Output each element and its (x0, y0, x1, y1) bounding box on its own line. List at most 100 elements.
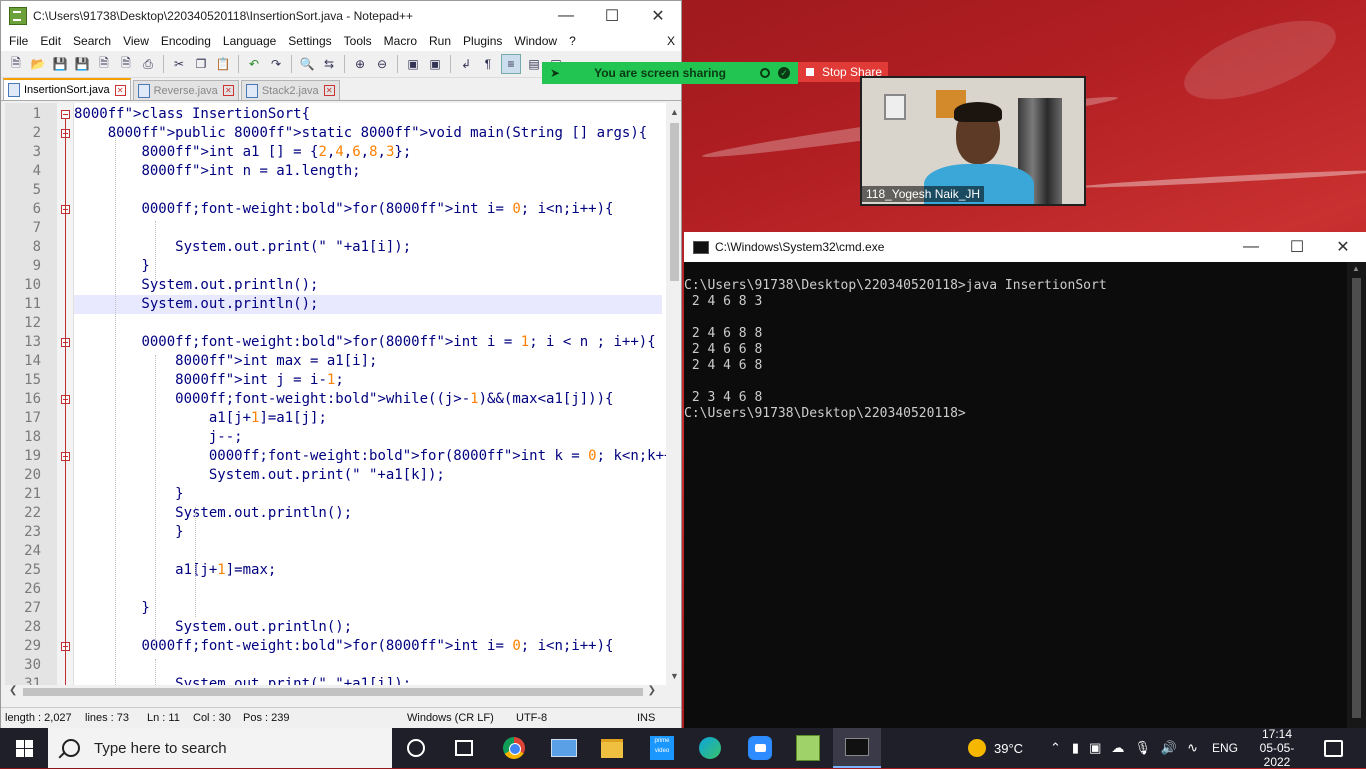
menu-tools[interactable]: Tools (338, 34, 378, 48)
chrome-button[interactable] (490, 728, 538, 768)
cmd-taskbar-button[interactable] (833, 728, 881, 768)
tab-stack2[interactable]: Stack2.java ✕ (240, 80, 340, 100)
taskbar-search-box[interactable]: Type here to search (48, 728, 392, 768)
redo-icon[interactable]: ↷ (267, 55, 285, 73)
tab-close-icon[interactable]: ✕ (222, 85, 234, 96)
menu-file[interactable]: File (3, 34, 34, 48)
paste-icon[interactable]: 📋 (214, 55, 232, 73)
cmd-scroll-thumb[interactable] (1352, 278, 1361, 718)
record-icon[interactable] (760, 68, 770, 78)
vertical-scrollbar[interactable]: ▲ ▼ (666, 103, 679, 685)
close-file-icon[interactable]: 🗎 (95, 55, 113, 73)
new-file-icon[interactable]: 🗎 (7, 55, 25, 73)
close-document-button[interactable]: X (661, 34, 681, 48)
cmd-line: 2 3 4 6 8 (684, 390, 763, 405)
maximize-button[interactable]: ☐ (589, 1, 635, 31)
open-file-icon[interactable]: 📂 (29, 55, 47, 73)
cmd-title-bar[interactable]: C:\Windows\System32\cmd.exe — ☐ ✕ (684, 232, 1366, 262)
edge-button[interactable] (686, 728, 734, 768)
menu-macro[interactable]: Macro (378, 34, 423, 48)
code-editor[interactable]: 1 2 3 4 5 6 7 8 9 10 11 12 13 14 15 16 17 18 19 20 21 22 23 24 2… (5, 103, 679, 685)
cmd-maximize-button[interactable]: ☐ (1274, 232, 1320, 262)
menu-language[interactable]: Language (217, 34, 282, 48)
menu-plugins[interactable]: Plugins (457, 34, 508, 48)
pc-button[interactable] (540, 728, 588, 768)
lang-icon[interactable]: ▤ (525, 55, 543, 73)
replace-icon[interactable]: ⇆ (320, 55, 338, 73)
weather-widget[interactable]: 39°C (968, 728, 1023, 768)
code-line: j--; (74, 429, 243, 445)
minimize-button[interactable]: — (543, 1, 589, 31)
close-button[interactable]: ✕ (635, 1, 681, 31)
meet-now-icon[interactable]: ▣ (1089, 740, 1101, 756)
cmd-minimize-button[interactable]: — (1228, 232, 1274, 262)
status-eol[interactable]: Windows (CR LF) (407, 712, 494, 724)
vertical-scroll-thumb[interactable] (670, 123, 679, 281)
clock[interactable]: 17:14 05-05-2022 (1248, 727, 1306, 769)
save-all-icon[interactable]: 💾 (73, 55, 91, 73)
menu-search[interactable]: Search (67, 34, 117, 48)
menu-help[interactable]: ? (563, 34, 582, 48)
prime-video-button[interactable]: prime video (638, 728, 686, 768)
show-all-chars-icon[interactable]: ¶ (479, 55, 497, 73)
horizontal-scroll-thumb[interactable] (23, 688, 643, 696)
cmd-close-button[interactable]: ✕ (1320, 232, 1366, 262)
menu-view[interactable]: View (117, 34, 155, 48)
onedrive-icon[interactable]: ☁ (1111, 740, 1124, 756)
copy-icon[interactable]: ❐ (192, 55, 210, 73)
cmd-output[interactable]: C:\Users\91738\Desktop\220340520118>java… (684, 276, 1346, 422)
undo-icon[interactable]: ↶ (245, 55, 263, 73)
menu-settings[interactable]: Settings (282, 34, 337, 48)
show-hidden-icons-icon[interactable]: ⌃ (1050, 740, 1061, 756)
sync-vertical-icon[interactable]: ▣ (404, 55, 422, 73)
shield-icon[interactable]: ✓ (778, 67, 790, 79)
wifi-icon[interactable]: ∿ (1187, 740, 1198, 756)
title-bar[interactable]: C:\Users\91738\Desktop\220340520118\Inse… (1, 1, 681, 31)
cortana-button[interactable] (392, 728, 440, 768)
scroll-left-icon[interactable]: ❮ (9, 685, 17, 696)
code-line: } (74, 600, 150, 616)
microphone-icon[interactable]: 🎙 (1134, 740, 1151, 756)
zoom-out-icon[interactable]: ⊖ (373, 55, 391, 73)
participant-video[interactable]: 118_Yogesh Naik_JH (860, 76, 1086, 206)
sync-horizontal-icon[interactable]: ▣ (426, 55, 444, 73)
menu-edit[interactable]: Edit (34, 34, 67, 48)
screen-sharing-banner[interactable]: ➤ You are screen sharing ✓ (542, 62, 798, 84)
notification-center-button[interactable] (1324, 728, 1343, 768)
indent-guide-icon[interactable]: ≡ (501, 54, 521, 74)
print-icon[interactable]: ⎙ (139, 55, 157, 73)
volume-icon[interactable]: 🔊 (1161, 740, 1177, 756)
menu-window[interactable]: Window (508, 34, 563, 48)
save-icon[interactable]: 💾 (51, 55, 69, 73)
screen-sharing-label: You are screen sharing (594, 66, 726, 80)
scroll-right-icon[interactable]: ❯ (648, 685, 656, 696)
close-all-icon[interactable]: 🗎 (117, 55, 135, 73)
clock-time: 17:14 (1261, 727, 1293, 741)
word-wrap-icon[interactable]: ↲ (457, 55, 475, 73)
input-language[interactable]: ENG (1212, 728, 1238, 768)
cmd-scroll-up-icon[interactable]: ▲ (1352, 264, 1360, 273)
drag-handle-icon[interactable]: ➤ (550, 66, 560, 80)
cut-icon[interactable]: ✂ (170, 55, 188, 73)
scroll-down-icon[interactable]: ▼ (670, 671, 679, 681)
menu-encoding[interactable]: Encoding (155, 34, 217, 48)
notepadpp-taskbar-button[interactable] (784, 728, 832, 768)
find-icon[interactable]: 🔍 (298, 55, 316, 73)
menu-run[interactable]: Run (423, 34, 457, 48)
fold-toggle-icon[interactable] (61, 110, 70, 119)
tab-close-icon[interactable]: ✕ (323, 85, 335, 96)
zoom-in-icon[interactable]: ⊕ (351, 55, 369, 73)
tab-close-icon[interactable]: ✕ (114, 84, 126, 96)
scroll-up-icon[interactable]: ▲ (670, 107, 679, 117)
tab-insertionsort[interactable]: InsertionSort.java ✕ (3, 78, 131, 100)
status-encoding[interactable]: UTF-8 (516, 712, 547, 724)
tab-reverse[interactable]: Reverse.java ✕ (132, 80, 239, 100)
notepadpp-taskbar-icon (796, 735, 820, 761)
cmd-scrollbar[interactable]: ▲ (1347, 262, 1366, 728)
horizontal-scrollbar[interactable]: ❮ ❯ (5, 685, 662, 699)
zoom-button[interactable] (736, 728, 784, 768)
battery-icon[interactable]: ▮ (1072, 740, 1079, 756)
task-view-button[interactable] (440, 728, 488, 768)
file-explorer-button[interactable] (588, 728, 636, 768)
start-button[interactable] (0, 728, 48, 768)
